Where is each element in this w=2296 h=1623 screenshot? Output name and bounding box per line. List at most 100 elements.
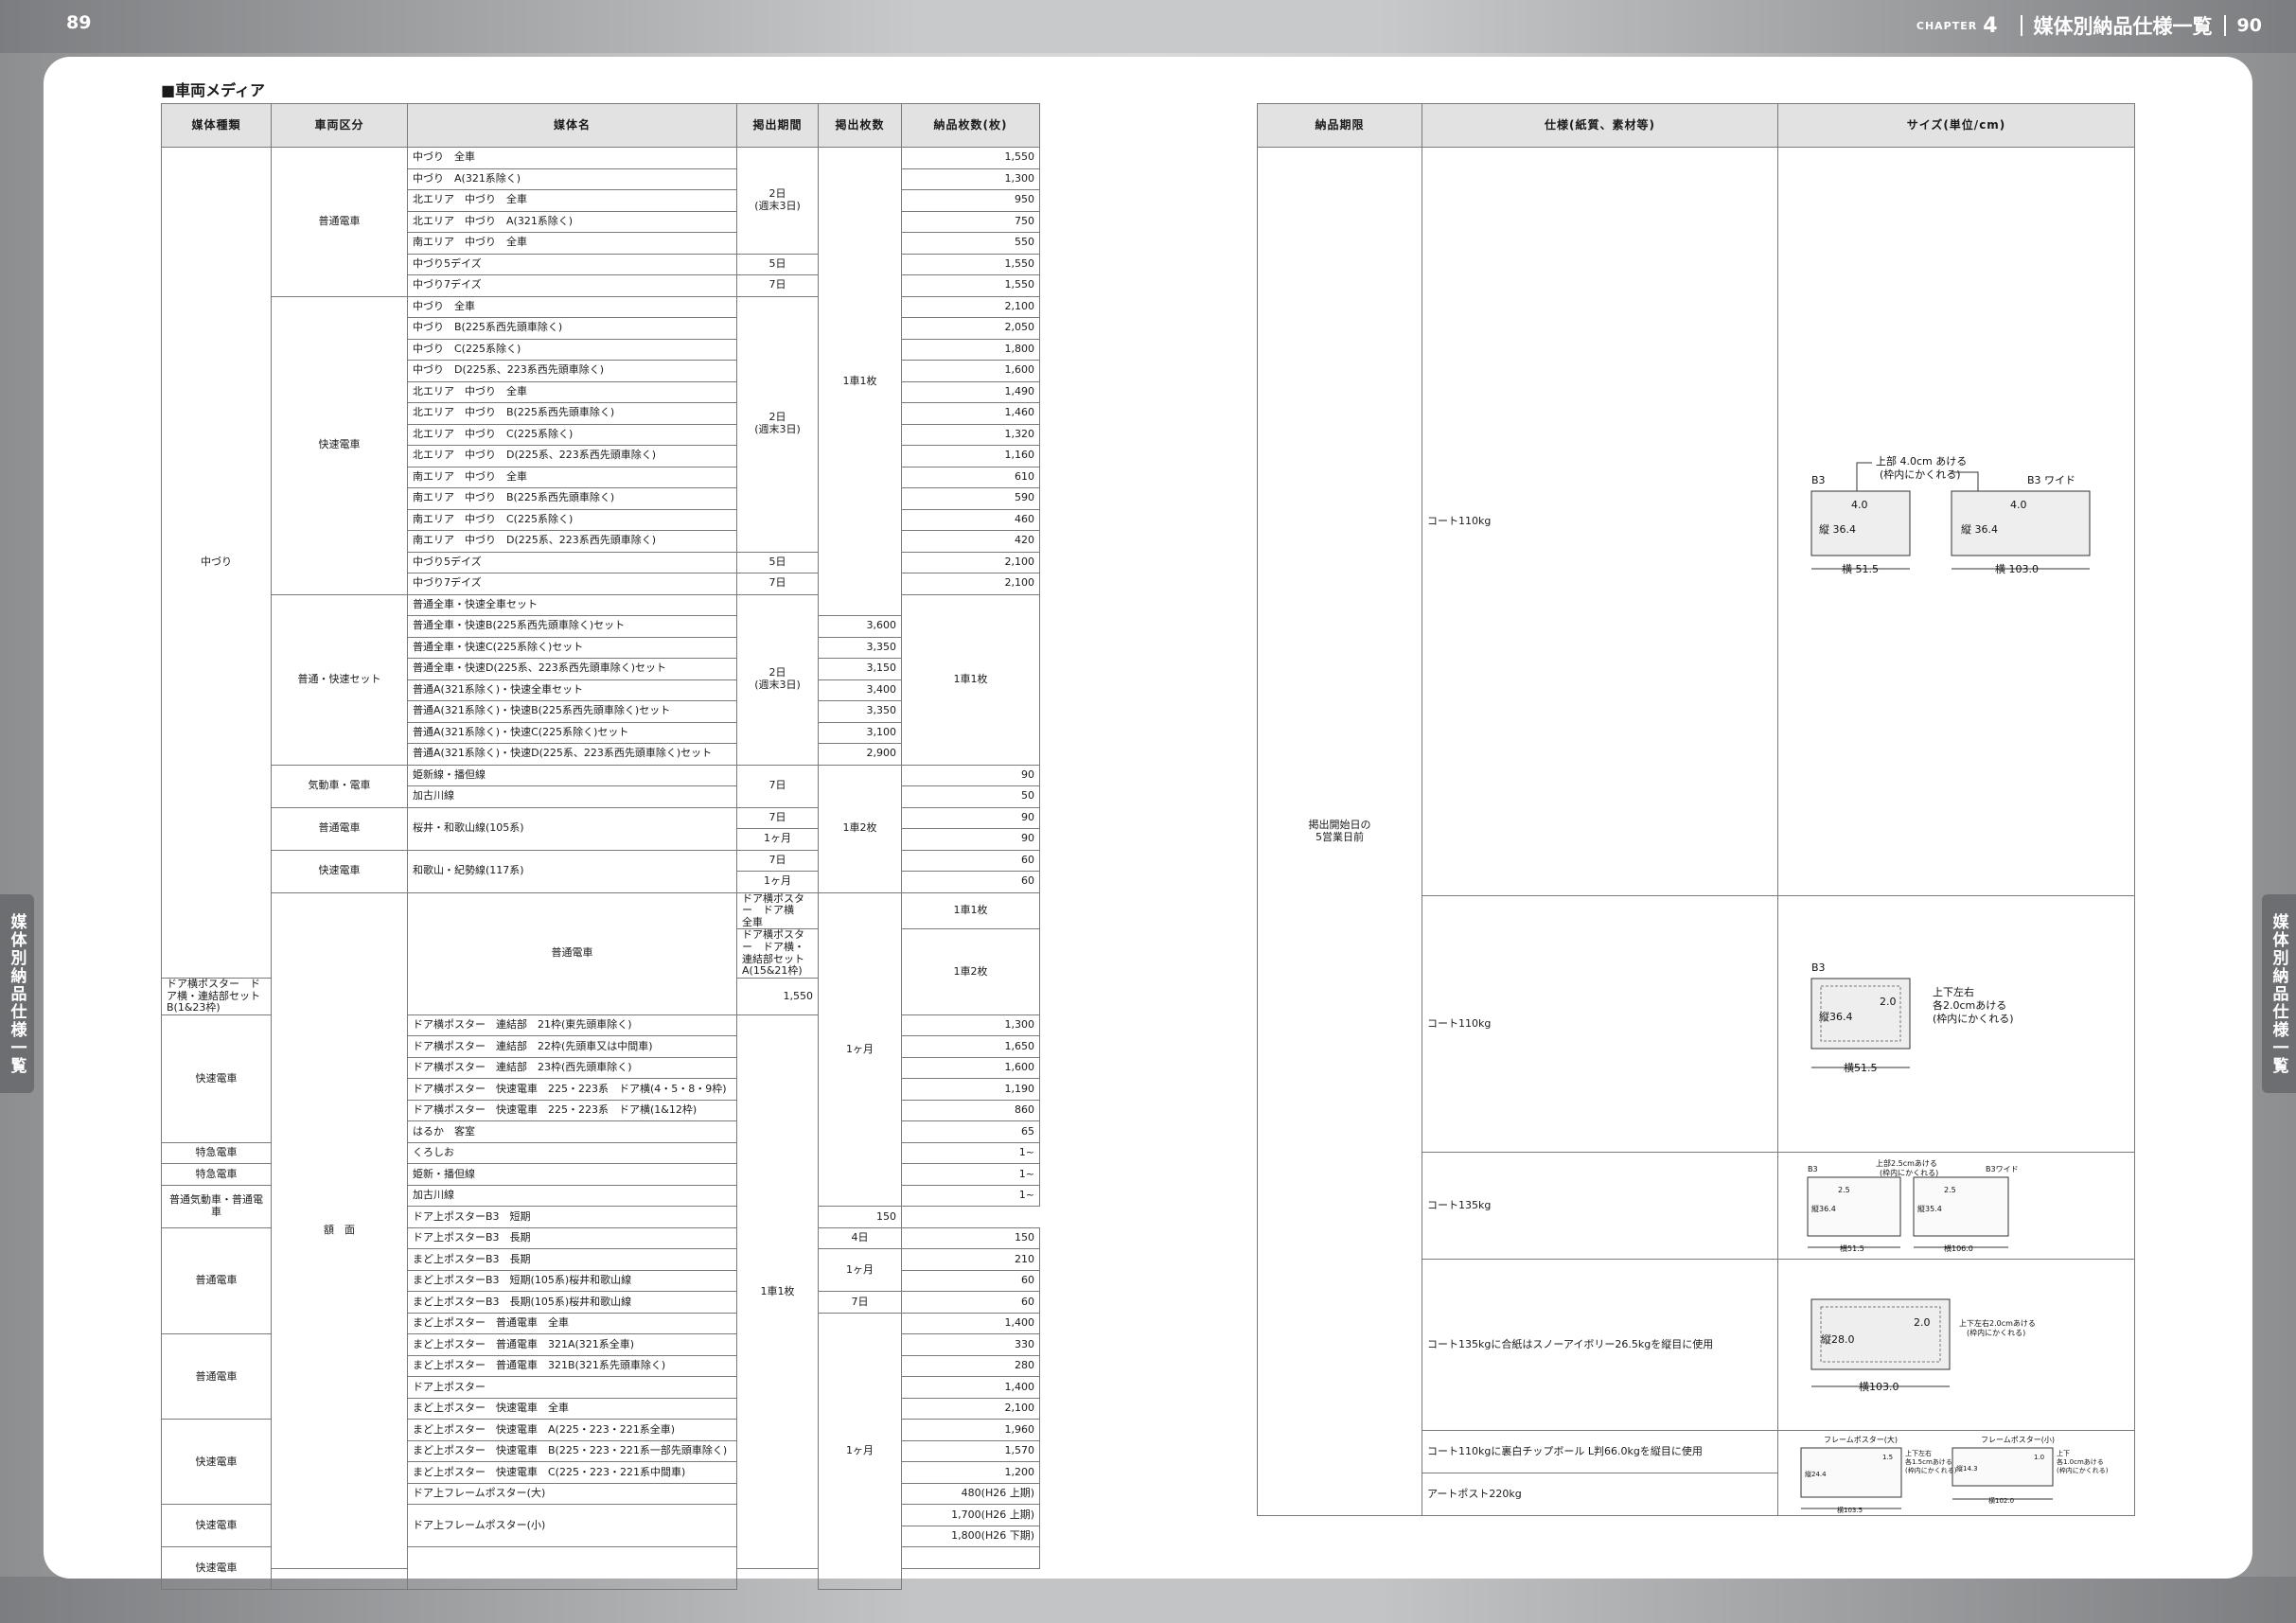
svg-text:(枠内にかくれる): (枠内にかくれる) xyxy=(1967,1328,2025,1337)
quantity-cell: 1,960 xyxy=(901,1419,1040,1441)
quantity-cell: 3,350 xyxy=(818,636,902,659)
quantity-cell: 1,160 xyxy=(901,445,1040,467)
media-name-cell: まど上ポスターB3 短期(105系)桜井和歌山線 xyxy=(407,1269,737,1293)
svg-text:各1.5cmあける: 各1.5cmあける xyxy=(1905,1457,1952,1466)
spec-cell: アートポスト220kg xyxy=(1422,1473,1778,1516)
media-name-cell: 中づり7デイズ xyxy=(407,274,737,297)
media-name-cell: ドア横ポスター 快速電車 225・223系 ドア横(1&12枠) xyxy=(407,1099,737,1122)
quantity-cell: 1,460 xyxy=(901,402,1040,425)
quantity-cell: 60 xyxy=(901,849,1040,872)
media-name-cell: 加古川線 xyxy=(407,1184,737,1208)
svg-text:横51.5: 横51.5 xyxy=(1840,1244,1864,1253)
quantity-cell: 1,400 xyxy=(901,1376,1040,1399)
media-name-cell: まど上ポスター 普通電車 321A(321系全車) xyxy=(407,1333,737,1356)
side-index-tab-right[interactable]: 媒体別納品仕様一覧 xyxy=(2262,894,2296,1093)
quantity-cell: 1~ xyxy=(901,1141,1040,1165)
media-type-cell: 中づり xyxy=(161,147,272,979)
media-name-cell: ドア上フレームポスター(小) xyxy=(407,1504,737,1548)
vehicle-category-cell: 普通電車 xyxy=(271,147,408,297)
count-cell: 1車1枚 xyxy=(901,891,1040,930)
period-cell: 2日 (週末3日) xyxy=(736,593,819,766)
table-row: 中づり 普通電車 中づり 全車 2日 (週末3日) 1車1枚 1,550 xyxy=(161,147,1040,979)
table-row: 快速電車 和歌山・紀勢線(117系) 7日 60 xyxy=(162,849,1040,893)
media-name-cell: 普通A(321系除く)・快速D(225系、223系西先頭車除く)セット xyxy=(407,743,737,766)
media-name-cell: 北エリア 中づり 全車 xyxy=(407,380,737,403)
vehicle-category-cell: 普通電車 xyxy=(271,806,408,851)
media-name-cell: まど上ポスター 快速電車 C(225・223・221系中間車) xyxy=(407,1461,737,1484)
column-header: 納品枚数(枚) xyxy=(901,103,1040,148)
svg-text:上下左右: 上下左右 xyxy=(1933,985,1974,998)
chapter-header: CHAPTER 4 媒体別納品仕様一覧 90 xyxy=(1916,11,2262,40)
period-cell: 7日 xyxy=(736,573,819,595)
period-cell: 1ヶ月 xyxy=(818,891,902,1208)
vehicle-category-cell: 特急電車 xyxy=(161,1163,272,1186)
vehicle-category-cell: 普通気動車・普通電車 xyxy=(161,1184,272,1228)
frame-poster-diagram-icon: フレームポスター(大) フレームポスター(小) 1.5 1.0 縦24.4 縦1… xyxy=(1800,1435,2109,1514)
quantity-cell: 3,400 xyxy=(818,679,902,701)
svg-text:2.5: 2.5 xyxy=(1944,1186,1956,1194)
section-title: ■車両メディア xyxy=(161,81,265,99)
column-header: サイズ(単位/cm) xyxy=(1777,103,2135,148)
spec-table: 納品期限 仕様(紙質、素材等) サイズ(単位/cm) 掲出開始日の 5営業日前 コー… xyxy=(1257,103,2135,1516)
media-name-cell: 南エリア 中づり B(225系西先頭車除く) xyxy=(407,487,737,510)
period-cell: 7日 xyxy=(736,849,819,872)
media-name-cell: 中づり 全車 xyxy=(407,295,737,318)
period-cell: 2日 (週末3日) xyxy=(736,295,819,553)
side-index-tab-left[interactable]: 媒体別納品仕様一覧 xyxy=(0,894,34,1093)
media-name-cell: ドア横ポスター 快速電車 225・223系 ドア横(4・5・8・9枠) xyxy=(407,1078,737,1101)
quantity-cell: 3,150 xyxy=(818,658,902,680)
period-cell: 7日 xyxy=(736,764,819,808)
svg-text:フレームポスター(小): フレームポスター(小) xyxy=(1981,1436,2055,1444)
media-name-cell: 桜井・和歌山線(105系) xyxy=(407,806,737,851)
count-cell: 1車1枚 xyxy=(736,1014,819,1569)
media-name-cell: 中づり5デイズ xyxy=(407,253,737,275)
svg-text:B3ワイド: B3ワイド xyxy=(1986,1165,2019,1173)
media-name-cell: まど上ポスター 快速電車 B(225・223・221系一部先頭車除く) xyxy=(407,1439,737,1463)
quantity-cell: 1,190 xyxy=(901,1078,1040,1101)
vehicle-category-cell: 普通電車 xyxy=(161,1333,272,1420)
period-cell: 7日 xyxy=(736,274,819,297)
period-cell: 1ヶ月 xyxy=(818,1248,902,1293)
quantity-cell: 150 xyxy=(901,1226,1040,1250)
quantity-cell: 1,800(H26 下期) xyxy=(901,1525,1040,1548)
chapter-title: 媒体別納品仕様一覧 xyxy=(2033,15,2213,38)
quantity-cell: 2,900 xyxy=(818,743,902,766)
quantity-cell: 3,100 xyxy=(818,721,902,744)
quantity-cell: 1,570 xyxy=(901,1439,1040,1463)
quantity-cell: 1~ xyxy=(901,1184,1040,1208)
quantity-cell: 2,100 xyxy=(901,295,1040,318)
svg-text:(枠内にかくれる): (枠内にかくれる) xyxy=(1933,1012,2014,1025)
quantity-cell: 1,320 xyxy=(901,423,1040,446)
page-number-right: 90 xyxy=(2236,15,2262,36)
quantity-cell: 50 xyxy=(901,785,1040,808)
size-diagram-cell: B3 B3ワイド 上部2.5cmあける (枠内にかくれる) 2.5 2.5 縦3… xyxy=(1777,1152,2135,1260)
spec-cell: コート135kgに合紙はスノーアイボリー26.5kgを縦目に使用 xyxy=(1422,1259,1778,1431)
svg-text:縦 36.4: 縦 36.4 xyxy=(1819,523,1856,536)
quantity-cell: 90 xyxy=(901,764,1040,786)
quantity-cell: 1~ xyxy=(901,1163,1040,1186)
media-name-cell: ドア上ポスター xyxy=(407,1376,737,1399)
quantity-cell: 210 xyxy=(901,1248,1040,1271)
b3-small-diagram-icon: B3 B3ワイド 上部2.5cmあける (枠内にかくれる) 2.5 2.5 縦3… xyxy=(1807,1158,2019,1253)
media-type-cell: 額 面 xyxy=(271,891,408,1569)
quantity-cell: 1,650 xyxy=(901,1035,1040,1058)
quantity-cell: 420 xyxy=(901,530,1040,553)
column-header: 車両区分 xyxy=(271,103,408,148)
media-name-cell: ドア横ポスター 連結部 22枠(先頭車又は中間車) xyxy=(407,1035,737,1058)
vehicle-category-cell: 気動車・電車 xyxy=(271,764,408,808)
divider xyxy=(2223,15,2226,36)
quantity-cell: 60 xyxy=(901,1269,1040,1293)
media-name-cell: くろしお xyxy=(407,1141,737,1165)
media-name-cell: 普通全車・快速D(225系、223系西先頭車除く)セット xyxy=(407,658,737,680)
media-name-cell: 普通A(321系除く)・快速B(225系西先頭車除く)セット xyxy=(407,700,737,723)
spec-cell: コート110kg xyxy=(1422,895,1778,1153)
media-name-cell xyxy=(407,1546,737,1591)
chapter-number: 4 xyxy=(1983,13,1998,38)
period-cell: 1ヶ月 xyxy=(736,828,819,851)
period-cell: 7日 xyxy=(818,1291,902,1314)
svg-text:(枠内にかくれる): (枠内にかくれる) xyxy=(1880,467,1961,481)
quantity-cell: 1,700(H26 上期) xyxy=(901,1504,1040,1526)
count-cell: 1車2枚 xyxy=(901,928,1040,1015)
column-header: 仕様(紙質、素材等) xyxy=(1422,103,1778,148)
quantity-cell: 1,600 xyxy=(901,1056,1040,1080)
